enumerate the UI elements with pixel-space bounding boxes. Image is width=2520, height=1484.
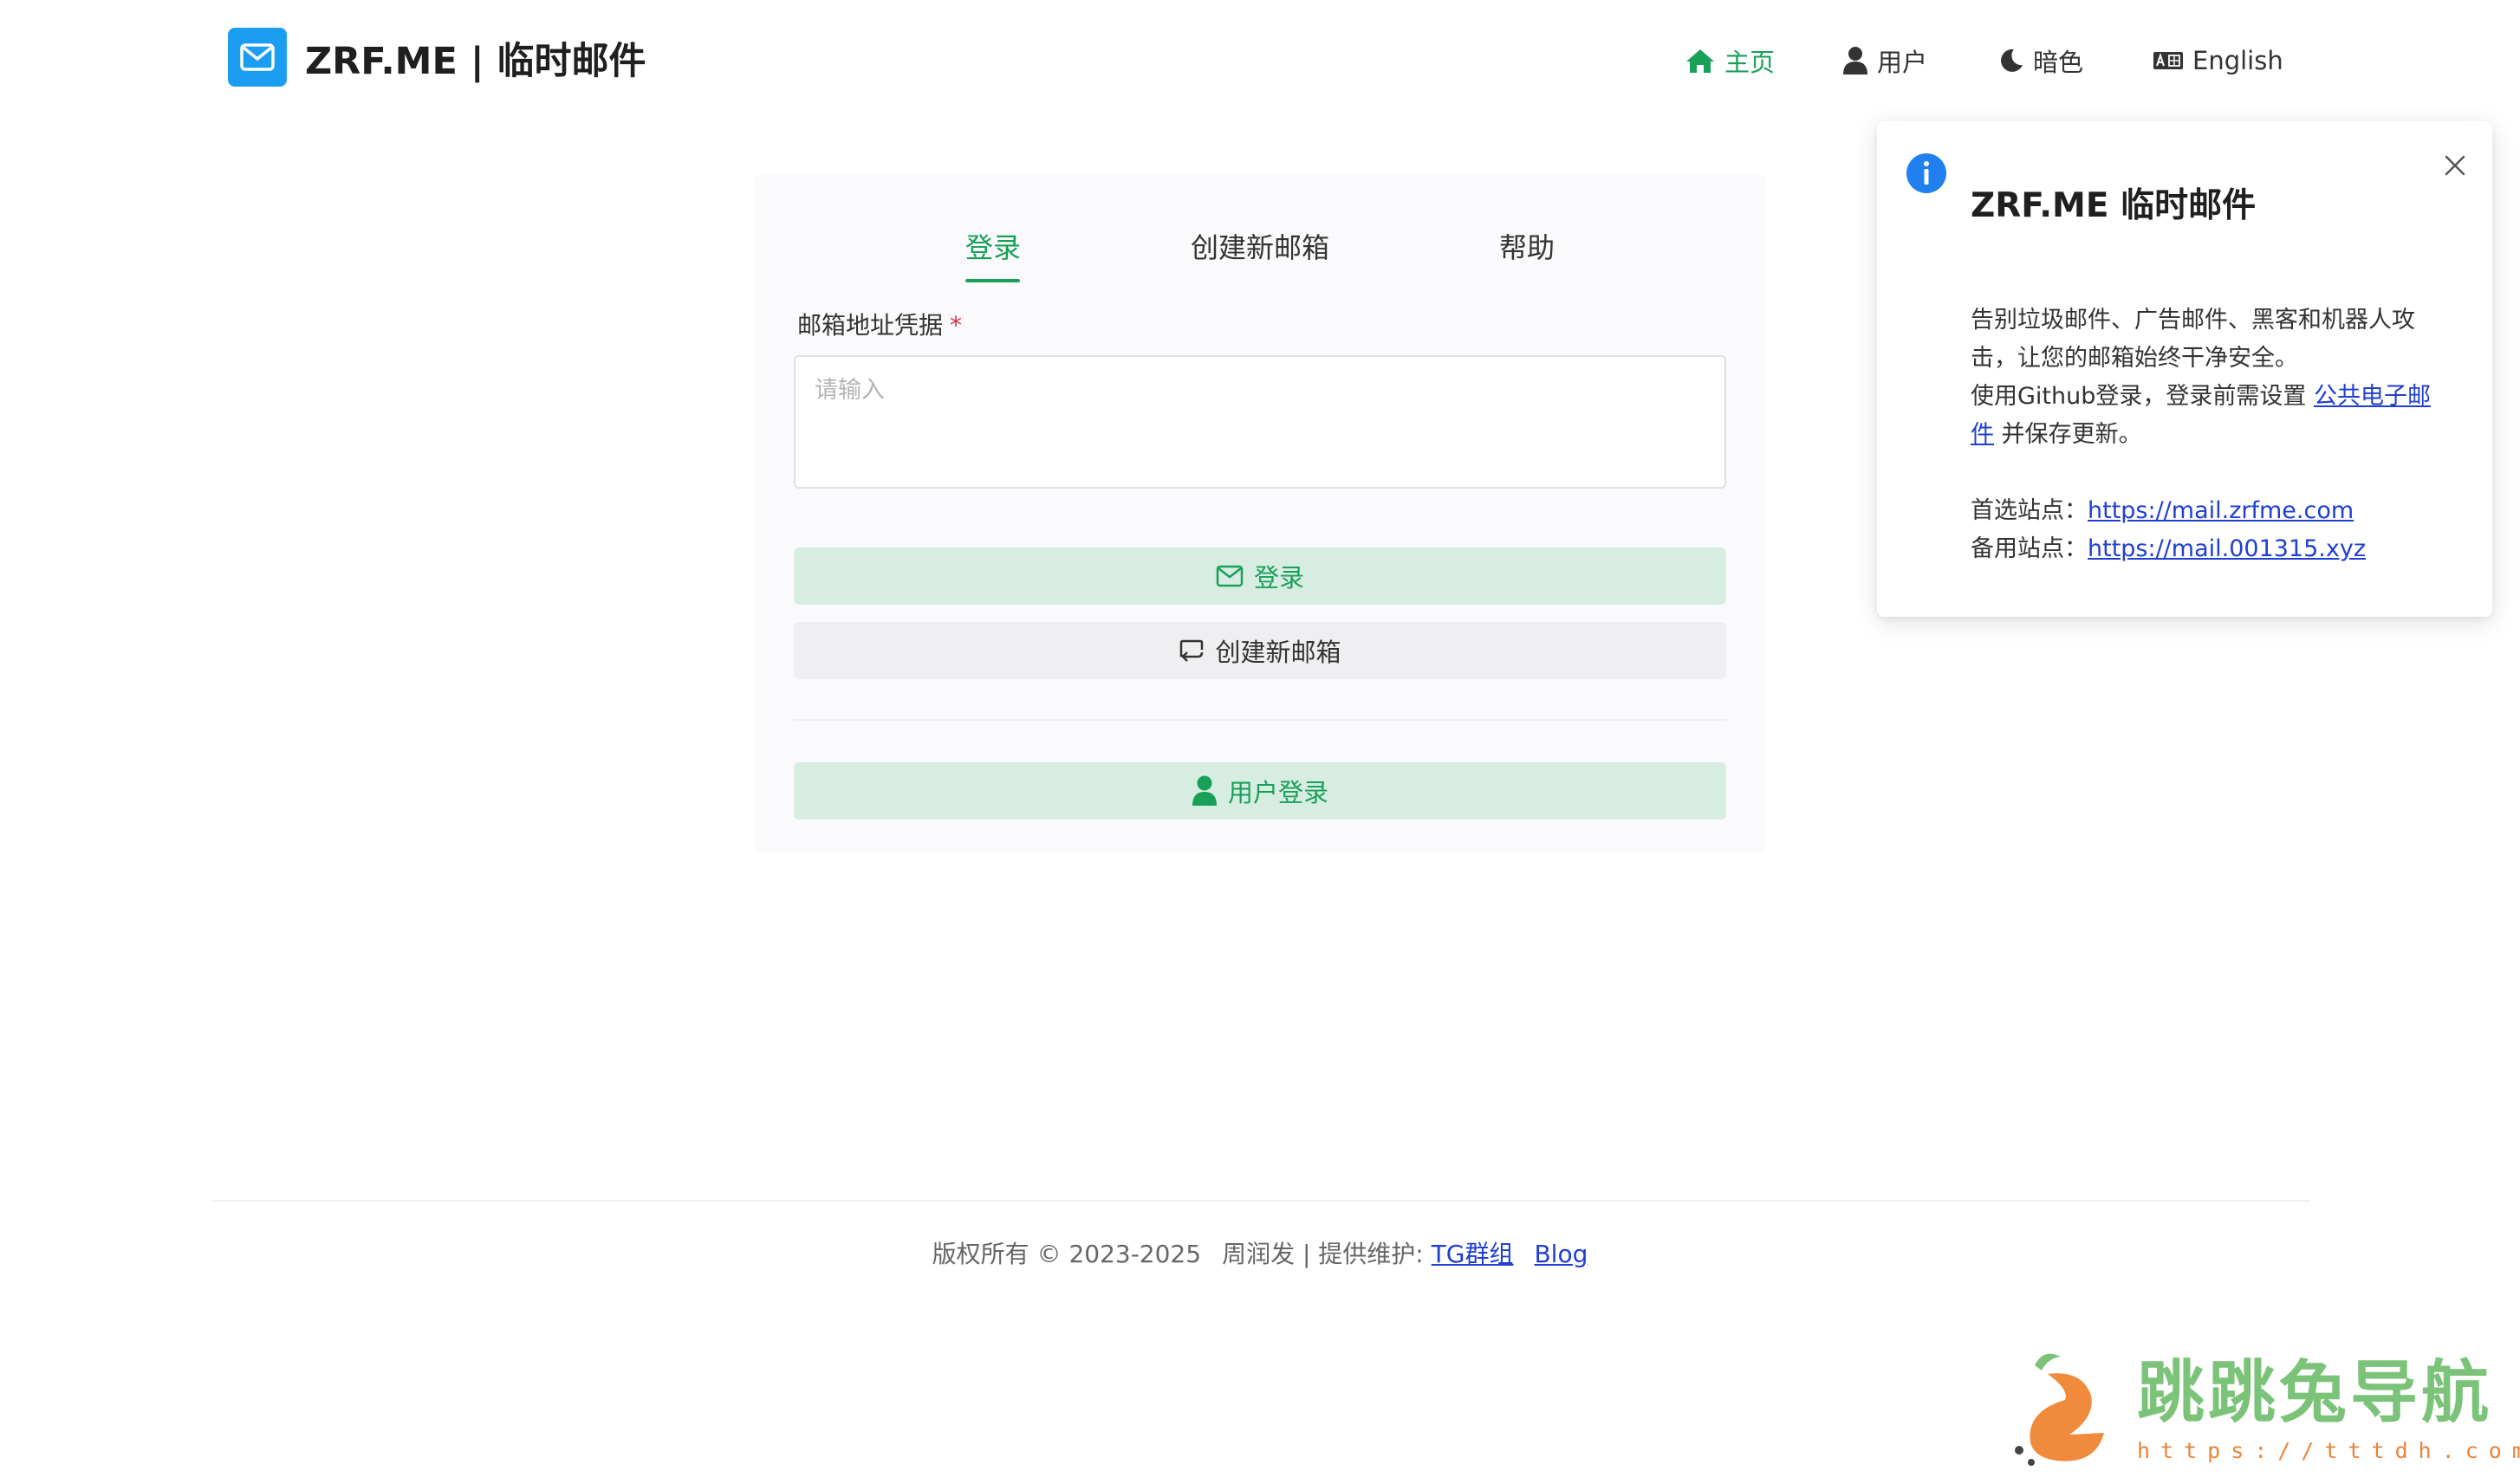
- github-note-prefix: 使用Github登录，登录前需设置: [1971, 383, 2314, 410]
- watermark-name: 跳跳兔导航: [2137, 1354, 2493, 1432]
- create-mailbox-button[interactable]: 创建新邮箱: [794, 622, 1726, 679]
- credential-label: 邮箱地址凭据 *: [797, 308, 962, 343]
- nav-dark-mode[interactable]: 暗色: [1998, 38, 2083, 83]
- footer-divider: [211, 1200, 2310, 1202]
- notification-github-note: 使用Github登录，登录前需设置 公共电子邮件 并保存更新。: [1971, 378, 2439, 454]
- info-icon: [1906, 152, 1947, 198]
- close-icon[interactable]: [2444, 154, 2466, 180]
- nav-user[interactable]: 用户: [1842, 38, 1927, 83]
- nav-user-label: 用户: [1877, 48, 1928, 77]
- user-icon: [1192, 775, 1218, 807]
- nav-language[interactable]: English: [2153, 38, 2283, 83]
- footer-copyright: 版权所有 © 2023-2025: [932, 1240, 1202, 1268]
- divider: [794, 719, 1726, 721]
- user-icon: [1842, 46, 1868, 75]
- translate-icon: [2153, 50, 2184, 71]
- nav-home[interactable]: 主页: [1685, 38, 1775, 83]
- page: ZRF.ME | 临时邮件 主页 用户 暗色 English 登录 创建新邮箱 …: [0, 0, 2520, 1484]
- primary-site-label: 首选站点：: [1971, 497, 2088, 524]
- nav-dark-label: 暗色: [2033, 48, 2084, 77]
- nav-home-label: 主页: [1724, 48, 1776, 77]
- home-icon: [1685, 47, 1716, 75]
- backup-site-link[interactable]: https://mail.001315.xyz: [2088, 535, 2366, 562]
- required-mark: *: [950, 311, 963, 340]
- notification-description: 告别垃圾邮件、广告邮件、黑客和机器人攻击，让您的邮箱始终干净安全。: [1971, 307, 2415, 372]
- backup-site-row: 备用站点：https://mail.001315.xyz: [1971, 530, 2439, 568]
- login-button[interactable]: 登录: [794, 548, 1726, 605]
- refresh-icon: [1179, 638, 1205, 663]
- logo-mail-icon[interactable]: [228, 28, 287, 87]
- tab-login[interactable]: 登录: [965, 227, 1021, 269]
- login-button-label: 登录: [1253, 563, 1304, 593]
- footer-tg-link[interactable]: TG群组: [1432, 1240, 1514, 1268]
- footer-author: 周润发 | 提供维护:: [1222, 1240, 1424, 1268]
- credential-input[interactable]: [794, 355, 1726, 489]
- notification-title: ZRF.ME 临时邮件: [1971, 186, 2257, 225]
- notification-body: 告别垃圾邮件、广告邮件、黑客和机器人攻击，让您的邮箱始终干净安全。 使用Gith…: [1971, 301, 2439, 568]
- footer-blog-link[interactable]: Blog: [1534, 1240, 1588, 1268]
- user-login-button[interactable]: 用户登录: [794, 762, 1726, 820]
- backup-site-label: 备用站点：: [1971, 535, 2088, 562]
- primary-site-link[interactable]: https://mail.zrfme.com: [2088, 497, 2354, 524]
- watermark-url: https://tttdh.com: [2137, 1438, 2520, 1463]
- tab-create-mailbox[interactable]: 创建新邮箱: [1191, 227, 1329, 269]
- credential-label-text: 邮箱地址凭据: [797, 311, 944, 340]
- tab-help[interactable]: 帮助: [1499, 227, 1555, 269]
- footer: 版权所有 © 2023-2025 周润发 | 提供维护: TG群组 Blog: [0, 1235, 2520, 1273]
- user-login-button-label: 用户登录: [1227, 778, 1328, 807]
- login-card: [754, 175, 1766, 852]
- site-title[interactable]: ZRF.ME | 临时邮件: [305, 35, 646, 88]
- create-mailbox-button-label: 创建新邮箱: [1215, 638, 1341, 667]
- mail-icon: [1216, 565, 1244, 587]
- nav-language-label: English: [2192, 46, 2283, 75]
- primary-site-row: 首选站点：https://mail.zrfme.com: [1971, 492, 2439, 530]
- moon-icon: [1998, 48, 2024, 74]
- github-note-suffix: 并保存更新。: [1994, 421, 2142, 448]
- active-tab-indicator: [965, 279, 1020, 282]
